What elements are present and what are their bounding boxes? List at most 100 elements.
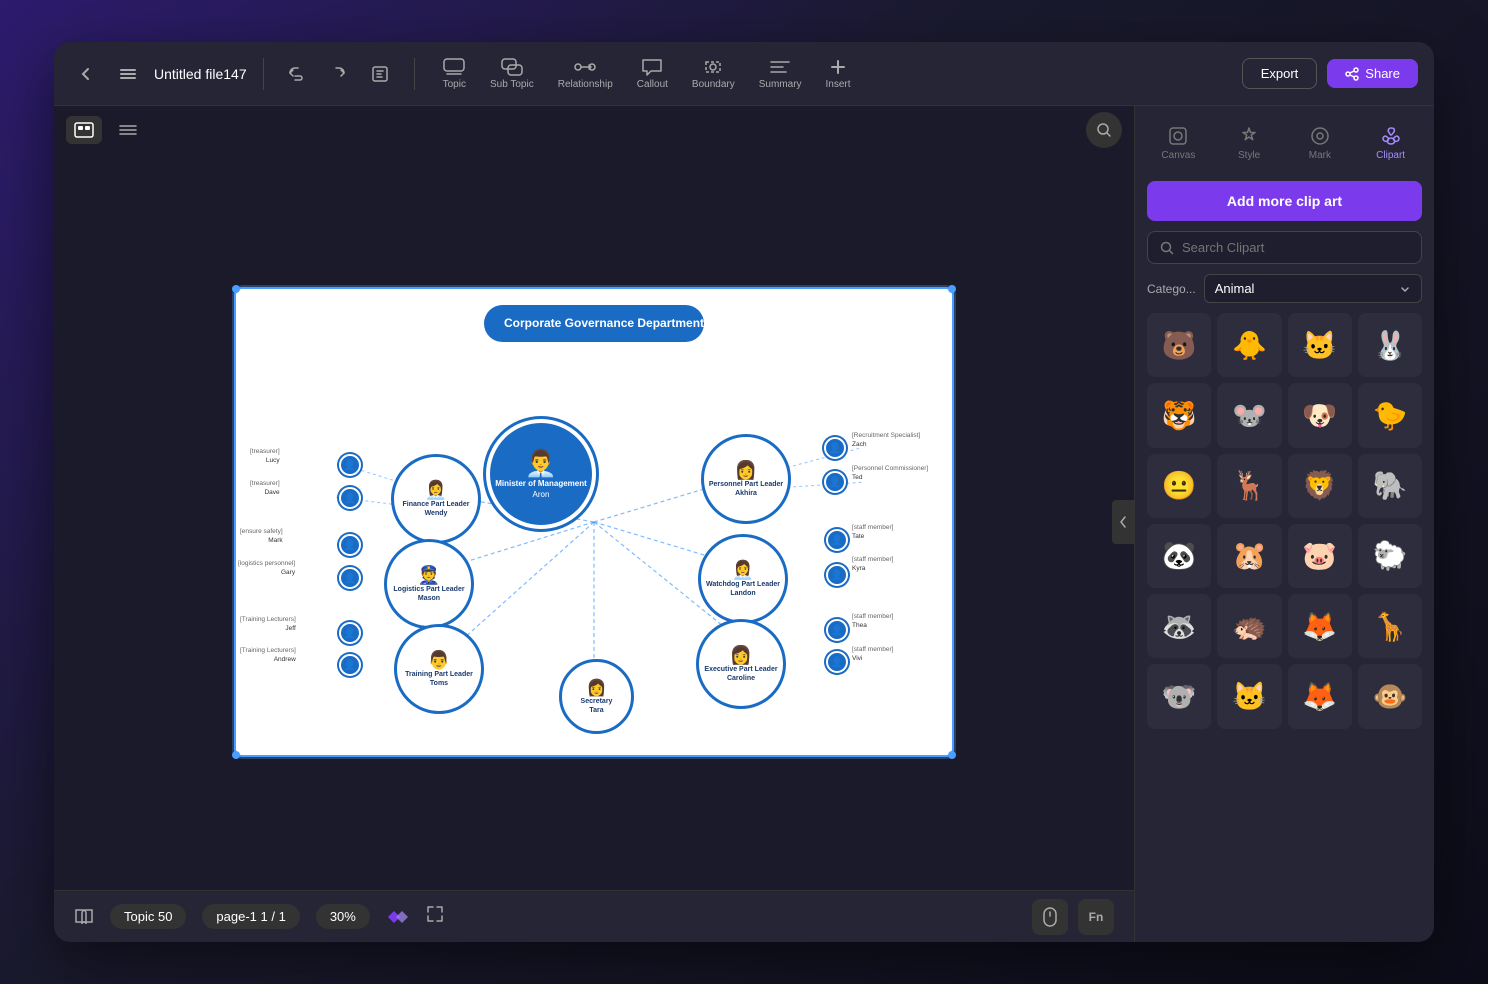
topic-pill[interactable]: Topic 50 <box>110 904 186 929</box>
panel-tabs: Canvas Style Mark Clipart <box>1135 106 1434 169</box>
fn-button[interactable]: Fn <box>1078 899 1114 935</box>
panel-content: Add more clip art Catego... Animal 🐻 <box>1135 169 1434 942</box>
canvas-area[interactable]: Corporate Governance Department Organisa… <box>54 106 1134 942</box>
node-center[interactable]: 👨‍💼 Minister of Management Aron <box>486 419 596 529</box>
zoom-pill[interactable]: 30% <box>316 904 370 929</box>
label-andrew: [Training Lecturers] Andrew <box>240 646 296 664</box>
back-button[interactable] <box>70 58 102 90</box>
tab-clipart-label: Clipart <box>1376 150 1405 161</box>
panel-toggle-button[interactable] <box>1112 500 1134 544</box>
clipart-cat2[interactable]: 🐱 <box>1217 664 1281 728</box>
label-lucy: [treasurer] Lucy <box>250 447 280 465</box>
fullscreen-button[interactable] <box>426 905 444 928</box>
insert-label: Insert <box>826 79 851 90</box>
toolbar-subtopic[interactable]: Sub Topic <box>480 54 544 94</box>
clipart-giraffe[interactable]: 🦒 <box>1358 594 1422 658</box>
node-secretary[interactable]: 👩 Secretary Tara <box>559 659 634 734</box>
selection-corner-tr <box>948 285 956 293</box>
node-logistics[interactable]: 👮 Logistics Part Leader Mason <box>384 539 474 629</box>
topic-label: Topic <box>443 79 466 90</box>
category-label: Catego... <box>1147 282 1196 296</box>
grid-view-button[interactable] <box>66 116 102 144</box>
toolbar-relationship[interactable]: Relationship <box>548 54 623 94</box>
org-chart-title: Corporate Governance Department Organisa… <box>484 305 704 342</box>
toolbar-topic[interactable]: Topic <box>433 54 476 94</box>
clipart-panda[interactable]: 🐼 <box>1147 524 1211 588</box>
clipart-cat-face[interactable]: 🐱 <box>1288 313 1352 377</box>
node-finance[interactable]: 👩‍💼 Finance Part Leader Wendy <box>391 454 481 544</box>
label-kyra: [staff member] Kyra <box>852 555 893 573</box>
label-ted: [Personnel Commissioner] Ted <box>852 464 928 482</box>
clipart-elephant[interactable]: 🐘 <box>1358 454 1422 518</box>
add-clipart-button[interactable]: Add more clip art <box>1147 181 1422 221</box>
clipart-chick[interactable]: 🐥 <box>1217 313 1281 377</box>
clipart-fox[interactable]: 🦊 <box>1288 594 1352 658</box>
connector-mark: 👤 <box>339 534 361 556</box>
toolbar-insert[interactable]: Insert <box>816 54 861 94</box>
label-zach: [Recruitment Specialist] Zach <box>852 431 920 449</box>
clipart-tiger[interactable]: 🐯 <box>1147 383 1211 447</box>
clipart-deer[interactable]: 🦌 <box>1217 454 1281 518</box>
book-item[interactable] <box>74 908 94 926</box>
canvas-toolbar <box>54 106 1134 154</box>
divider <box>263 58 264 90</box>
connector-kyra: 👤 <box>826 564 848 586</box>
share-button[interactable]: Share <box>1327 59 1418 88</box>
main-body: Corporate Governance Department Organisa… <box>54 106 1434 942</box>
clipart-pig[interactable]: 🐷 <box>1288 524 1352 588</box>
clipart-rabbit[interactable]: 🐰 <box>1358 313 1422 377</box>
menu-button[interactable] <box>112 58 144 90</box>
tab-clipart[interactable]: Clipart <box>1355 118 1426 169</box>
connector-lucy: 👤 <box>339 454 361 476</box>
history-button[interactable] <box>364 58 396 90</box>
selection-corner-tl <box>232 285 240 293</box>
clipart-fox2[interactable]: 🦊 <box>1288 664 1352 728</box>
mouse-button[interactable] <box>1032 899 1068 935</box>
clipart-koala[interactable]: 🐨 <box>1147 664 1211 728</box>
clipart-mouse[interactable]: 🐭 <box>1217 383 1281 447</box>
clipart-grid: 🐻 🐥 🐱 🐰 🐯 🐭 🐶 🐤 😐 🦌 🦁 🐘 🐼 <box>1147 313 1422 729</box>
toolbar-boundary[interactable]: Boundary <box>682 54 745 94</box>
export-button[interactable]: Export <box>1242 58 1318 89</box>
category-select[interactable]: Animal <box>1204 274 1422 303</box>
tab-canvas-label: Canvas <box>1161 150 1195 161</box>
page-pill[interactable]: page-1 1 / 1 <box>202 904 299 929</box>
redo-button[interactable] <box>322 58 354 90</box>
connector-andrew: 👤 <box>339 654 361 676</box>
tab-mark[interactable]: Mark <box>1285 118 1356 169</box>
connector-dave: 👤 <box>339 487 361 509</box>
canvas-content[interactable]: Corporate Governance Department Organisa… <box>54 154 1134 890</box>
clipart-hedgehog[interactable]: 🦔 <box>1217 594 1281 658</box>
clipart-lion[interactable]: 🦁 <box>1288 454 1352 518</box>
label-tate: [staff member] Tate <box>852 523 893 541</box>
clipart-bear[interactable]: 🐻 <box>1147 313 1211 377</box>
toolbar-summary[interactable]: Summary <box>749 54 812 94</box>
clipart-emoji1[interactable]: 😐 <box>1147 454 1211 518</box>
clipart-sheep[interactable]: 🐑 <box>1358 524 1422 588</box>
connector-ted: 👤 <box>824 471 846 493</box>
undo-button[interactable] <box>280 58 312 90</box>
right-panel: Canvas Style Mark Clipart Add more clip … <box>1134 106 1434 942</box>
node-personnel[interactable]: 👩 Personnel Part Leader Akhira <box>701 434 791 524</box>
clipart-dog[interactable]: 🐶 <box>1288 383 1352 447</box>
node-training[interactable]: 👨 Training Part Leader Toms <box>394 624 484 714</box>
search-clipart-input[interactable] <box>1182 240 1409 255</box>
node-watchdog[interactable]: 👩‍💼 Watchdog Part Leader Landon <box>698 534 788 624</box>
search-clipart-field[interactable] <box>1147 231 1422 264</box>
toolbar-group: Topic Sub Topic Relationship Callout Bou… <box>433 54 861 94</box>
toolbar-callout[interactable]: Callout <box>627 54 678 94</box>
clipart-monkey[interactable]: 🐵 <box>1358 664 1422 728</box>
header-left: Untitled file147 <box>70 58 396 90</box>
label-mark: [ensure safety] Mark <box>240 527 283 545</box>
clipart-hamster[interactable]: 🐹 <box>1217 524 1281 588</box>
tab-style[interactable]: Style <box>1214 118 1285 169</box>
node-executive[interactable]: 👩 Executive Part Leader Caroline <box>696 619 786 709</box>
callout-label: Callout <box>637 79 668 90</box>
canvas-search-button[interactable] <box>1086 112 1122 148</box>
tab-canvas[interactable]: Canvas <box>1143 118 1214 169</box>
tab-style-label: Style <box>1238 150 1260 161</box>
clipart-duck[interactable]: 🐤 <box>1358 383 1422 447</box>
list-view-button[interactable] <box>110 116 146 144</box>
clipart-raccoon[interactable]: 🦝 <box>1147 594 1211 658</box>
label-jeff: [Training Lecturers] Jeff <box>240 615 296 633</box>
